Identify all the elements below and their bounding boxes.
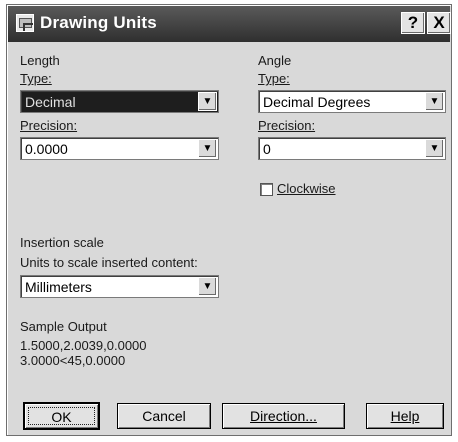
- insertion-scale-label: Insertion scale: [20, 235, 104, 250]
- chevron-down-icon[interactable]: ▼: [425, 92, 444, 111]
- angle-precision-dropdown[interactable]: 0 ▼: [258, 137, 446, 160]
- angle-precision-label: Precision:: [258, 118, 315, 133]
- length-type-label: Type:: [20, 71, 52, 86]
- length-precision-dropdown[interactable]: 0.0000 ▼: [20, 137, 219, 160]
- length-type-value: Decimal: [25, 94, 76, 110]
- length-precision-text: Precision:: [20, 118, 78, 133]
- help-button[interactable]: Help: [366, 403, 444, 429]
- direction-button[interactable]: Direction...: [222, 403, 345, 429]
- clockwise-checkbox[interactable]: [260, 183, 273, 196]
- direction-button-label: Direction...: [250, 408, 317, 424]
- angle-type-value: Decimal Degrees: [263, 94, 371, 110]
- units-to-scale-label: Units to scale inserted content:: [20, 255, 198, 270]
- length-group-label: Length: [20, 53, 60, 68]
- help-button-label: Help: [390, 408, 420, 424]
- chevron-down-icon[interactable]: ▼: [425, 139, 444, 158]
- insertion-units-dropdown[interactable]: Millimeters ▼: [20, 275, 219, 298]
- insertion-units-value: Millimeters: [25, 279, 92, 295]
- chevron-down-icon[interactable]: ▼: [198, 277, 217, 296]
- clockwise-text: Clockwise: [277, 181, 336, 196]
- angle-precision-text: Precision:: [258, 118, 316, 133]
- angle-precision-value: 0: [263, 141, 271, 157]
- cancel-button[interactable]: Cancel: [117, 403, 211, 429]
- chevron-down-icon[interactable]: ▼: [198, 92, 217, 111]
- length-precision-label: Precision:: [20, 118, 77, 133]
- clockwise-label[interactable]: Clockwise: [277, 181, 336, 196]
- chevron-down-icon[interactable]: ▼: [198, 139, 217, 158]
- cancel-button-label: Cancel: [142, 408, 186, 424]
- title-bar[interactable]: Drawing Units ? X: [8, 6, 451, 42]
- close-button[interactable]: X: [427, 12, 451, 34]
- angle-group-label: Angle: [258, 53, 292, 68]
- sample-output-line-1: 1.5000,2.0039,0.0000: [20, 338, 147, 353]
- drawing-units-icon: [16, 14, 34, 32]
- ok-button[interactable]: OK: [23, 402, 100, 430]
- length-precision-value: 0.0000: [25, 141, 68, 157]
- angle-type-dropdown[interactable]: Decimal Degrees ▼: [258, 90, 446, 113]
- ok-button-label: OK: [28, 407, 95, 425]
- length-type-dropdown[interactable]: Decimal ▼: [20, 90, 219, 113]
- angle-type-text: Type:: [258, 71, 290, 86]
- drawing-units-dialog: Drawing Units ? X Length Type: Decimal ▼…: [6, 4, 452, 436]
- dialog-title: Drawing Units: [40, 13, 157, 32]
- sample-output-label: Sample Output: [20, 319, 107, 334]
- angle-type-label: Type:: [258, 71, 290, 86]
- length-type-text: Type:: [20, 71, 52, 86]
- help-title-button[interactable]: ?: [401, 12, 425, 34]
- sample-output-line-2: 3.0000<45,0.0000: [20, 353, 126, 368]
